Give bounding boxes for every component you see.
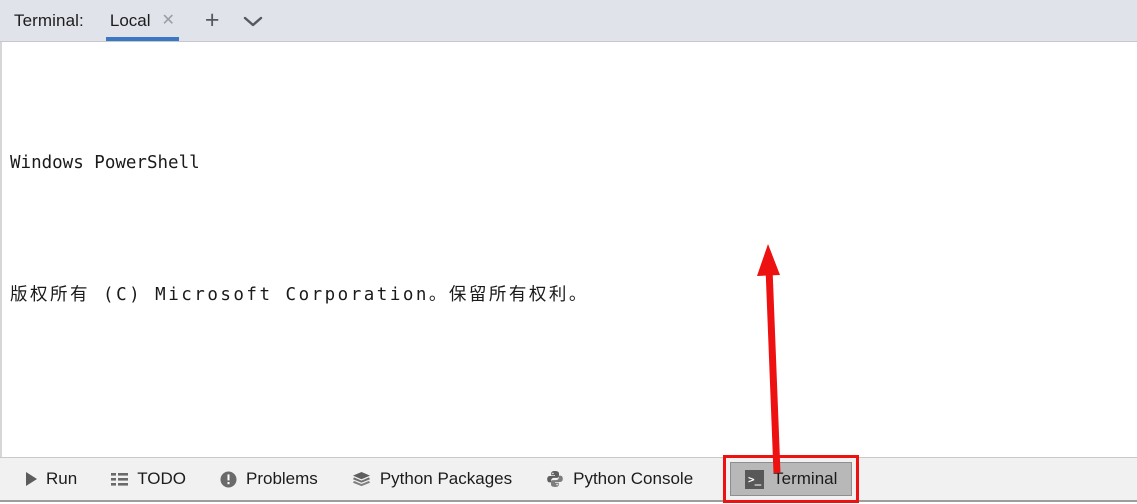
terminal-prompt-icon: >_ bbox=[745, 470, 764, 489]
toolbar-item-python-console-label: Python Console bbox=[573, 469, 693, 489]
terminal-header-bar: Terminal: Local ✕ + bbox=[0, 0, 1137, 42]
toolbar-item-todo[interactable]: TODO bbox=[103, 462, 194, 496]
terminal-line: 版权所有 (C) Microsoft Corporation。保留所有权利。 bbox=[10, 279, 1137, 312]
toolbar-item-terminal[interactable]: >_ Terminal bbox=[730, 462, 852, 496]
tab-local-label: Local bbox=[110, 11, 151, 31]
python-icon bbox=[546, 470, 564, 488]
list-icon bbox=[111, 472, 128, 487]
toolbar-item-terminal-label: Terminal bbox=[773, 469, 837, 489]
toolbar-item-todo-label: TODO bbox=[137, 469, 186, 489]
bottom-tool-window-bar: Run TODO Problems bbox=[0, 457, 1137, 502]
warning-circle-icon bbox=[220, 471, 237, 488]
layers-icon bbox=[352, 471, 371, 488]
terminal-text-content: Windows PowerShell 版权所有 (C) Microsoft Co… bbox=[2, 42, 1137, 457]
toolbar-item-python-packages-label: Python Packages bbox=[380, 469, 512, 489]
terminal-button-highlight-box: >_ Terminal bbox=[723, 455, 859, 503]
toolbar-item-problems[interactable]: Problems bbox=[212, 462, 326, 496]
tab-active-underline bbox=[106, 37, 179, 41]
terminal-line bbox=[10, 411, 1137, 444]
plus-icon[interactable]: + bbox=[205, 8, 220, 33]
tab-local[interactable]: Local ✕ bbox=[106, 0, 179, 41]
chevron-down-icon[interactable] bbox=[242, 14, 264, 28]
toolbar-item-problems-label: Problems bbox=[246, 469, 318, 489]
toolbar-item-python-console[interactable]: Python Console bbox=[538, 462, 701, 496]
terminal-output-area[interactable]: Windows PowerShell 版权所有 (C) Microsoft Co… bbox=[0, 42, 1137, 457]
toolbar-item-run[interactable]: Run bbox=[18, 462, 85, 496]
terminal-panel-label: Terminal: bbox=[14, 11, 84, 31]
toolbar-item-run-label: Run bbox=[46, 469, 77, 489]
terminal-line: Windows PowerShell bbox=[10, 147, 1137, 180]
toolbar-item-python-packages[interactable]: Python Packages bbox=[344, 462, 520, 496]
close-icon[interactable]: ✕ bbox=[162, 13, 175, 29]
play-icon bbox=[26, 472, 37, 486]
